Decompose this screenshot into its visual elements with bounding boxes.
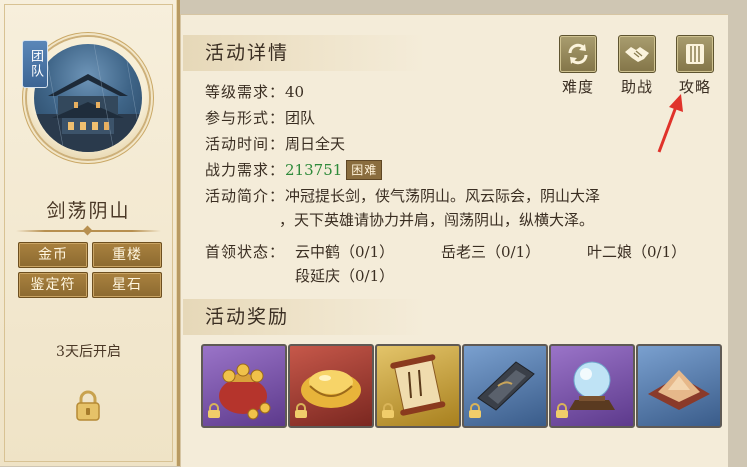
handshake-icon — [618, 35, 656, 73]
lock-icon — [75, 390, 101, 426]
boss-status-duanyanqing: 段延庆（0/1） — [295, 267, 395, 285]
difficulty-badge: 困难 — [346, 160, 383, 180]
refresh-arrows-icon — [559, 35, 597, 73]
power-requirement-row: 战力需求：213751 困难 — [205, 159, 383, 181]
activity-intro-label: 活动简介： — [205, 187, 286, 205]
sand-tray-icon — [648, 370, 710, 410]
loot-tag-star-stone: 星石 — [92, 272, 162, 298]
reward-slot-6[interactable] — [636, 344, 722, 428]
participation-mode-value: 团队 — [285, 109, 316, 127]
loot-tag-chonglou: 重楼 — [92, 242, 162, 268]
reward-slot-2[interactable] — [288, 344, 374, 428]
activity-time-label: 活动时间： — [205, 135, 286, 153]
activity-detail-panel: 活动详情 等级需求：40 参与形式：团队 活动时间：周日全天 战力需求：2137… — [180, 14, 728, 467]
reward-lock-icon — [468, 403, 482, 423]
assist-button[interactable]: 助战 — [617, 35, 657, 97]
power-requirement-value: 213751 — [285, 161, 343, 179]
level-requirement-row: 等级需求：40 — [205, 81, 304, 103]
reward-lock-icon — [381, 403, 395, 423]
level-requirement-label: 等级需求： — [205, 83, 286, 101]
difficulty-button-label: 难度 — [561, 78, 594, 96]
power-requirement-label: 战力需求： — [205, 161, 286, 179]
boss-status-yuelaosan: 岳老三（0/1） — [441, 243, 541, 261]
activity-time-value: 周日全天 — [285, 135, 346, 153]
temple-image-icon — [34, 44, 142, 152]
dungeon-portrait — [34, 44, 142, 152]
reward-slot-3[interactable] — [375, 344, 461, 428]
reward-lock-icon — [294, 403, 308, 423]
boss-status-yeerniang: 叶二娘（0/1） — [587, 243, 687, 261]
level-requirement-value: 40 — [285, 83, 305, 101]
red-arrow-icon — [655, 92, 685, 160]
loot-tag-identify-talisman: 鉴定符 — [18, 272, 88, 298]
team-mode-badge: 团队 — [22, 40, 48, 88]
activity-rewards-heading: 活动奖励 — [183, 299, 425, 335]
participation-mode-row: 参与形式：团队 — [205, 107, 315, 129]
boss-status-row: 首领状态： — [205, 241, 285, 263]
assist-button-label: 助战 — [620, 78, 653, 96]
reward-slot-4[interactable] — [462, 344, 548, 428]
boss-status-yunzhonghe: 云中鹤（0/1） — [295, 243, 395, 261]
activity-intro-row: 活动简介：冲冠提长剑，侠气荡阴山。风云际会，阴山大泽 — [205, 185, 600, 207]
activity-intro-line2: ，天下英雄请协力并肩，闯荡阴山，纵横大泽。 — [279, 211, 595, 229]
participation-mode-label: 参与形式： — [205, 109, 286, 127]
boss-status-label: 首领状态： — [205, 243, 286, 261]
dungeon-name: 剑荡阴山 — [46, 200, 131, 222]
ornament-divider — [16, 230, 161, 232]
guide-button[interactable]: 攻略 — [675, 35, 715, 97]
dungeon-sidebar: 团队 剑荡阴山 金币 重楼 鉴定符 星石 3天后开启 — [0, 0, 180, 466]
reward-slot-5[interactable] — [549, 344, 635, 428]
activity-details-heading: 活动详情 — [183, 35, 425, 71]
activity-time-row: 活动时间：周日全天 — [205, 133, 345, 155]
activity-intro-line1: 冲冠提长剑，侠气荡阴山。风云际会，阴山大泽 — [285, 187, 601, 205]
difficulty-button[interactable]: 难度 — [558, 35, 598, 97]
book-icon — [676, 35, 714, 73]
reward-lock-icon — [207, 403, 221, 423]
reward-lock-icon — [555, 403, 569, 423]
reward-slot-1[interactable] — [201, 344, 287, 428]
loot-tag-gold-coin: 金币 — [18, 242, 88, 268]
open-countdown: 3天后开启 — [56, 344, 121, 360]
